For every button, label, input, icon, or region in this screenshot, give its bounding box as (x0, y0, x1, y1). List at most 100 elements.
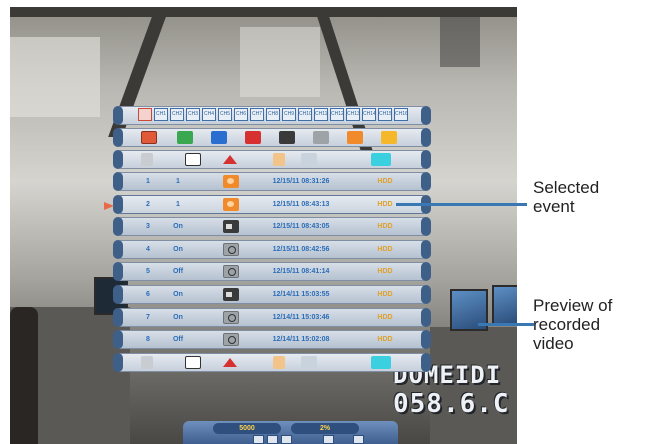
row-cap-left (113, 150, 123, 169)
channel-tab[interactable]: CH1 (154, 108, 168, 121)
row-cap-left (113, 194, 123, 214)
bottom-toolbar-row (113, 353, 431, 372)
manual-record-icon[interactable] (279, 131, 295, 144)
event-index: 3 (146, 223, 150, 231)
document-icon[interactable] (141, 356, 153, 369)
all-events-icon[interactable] (141, 131, 157, 144)
event-search-panel: CH1 CH2 CH3 CH4 CH5 CH6 CH7 CH8 CH9 CH10 CH11 CH12 C… (113, 106, 431, 372)
row-cap-left (113, 239, 123, 259)
forward-button[interactable] (281, 435, 292, 444)
callout-line-1: Preview of (533, 296, 613, 315)
motion-icon[interactable] (347, 131, 363, 144)
pointer-up-icon[interactable] (221, 153, 241, 166)
row-cap-left (113, 330, 123, 350)
selected-event-callout: Selected event (533, 178, 599, 216)
channel-tab[interactable]: CH5 (218, 108, 232, 121)
preview-callout: Preview of recorded video (533, 296, 612, 353)
row-cap-left (113, 172, 123, 191)
row-cap-left (113, 217, 123, 237)
event-channel: On (173, 223, 183, 231)
event-row[interactable]: 2 1 12/15/11 08:43:13 HDD (113, 194, 431, 214)
top-toolbar-row (113, 150, 431, 169)
event-channel: On (173, 313, 183, 321)
event-device: HDD (377, 336, 393, 344)
row-cap-left (113, 106, 123, 125)
event-row[interactable]: 3 On 12/15/11 08:43:05 HDD (113, 217, 431, 237)
event-time: 12/14/11 15:02:08 (272, 336, 330, 344)
event-time: 12/15/11 08:42:56 (272, 245, 330, 253)
clock-icon[interactable] (301, 153, 317, 166)
pointer-up-icon[interactable] (221, 356, 241, 369)
timer-icon[interactable] (313, 131, 329, 144)
channel-tab[interactable]: CH9 (282, 108, 296, 121)
channel-tab[interactable]: CH11 (314, 108, 328, 121)
sensor-icon[interactable] (177, 131, 193, 144)
channel-tab-row: CH1 CH2 CH3 CH4 CH5 CH6 CH7 CH8 CH9 CH10 CH11 CH12 C… (113, 106, 431, 125)
event-row[interactable]: 8 Off 12/14/11 15:02:08 HDD (113, 330, 431, 350)
channel-tab[interactable]: CH6 (234, 108, 248, 121)
document-icon[interactable] (141, 153, 153, 166)
channel-tab[interactable]: CH4 (202, 108, 216, 121)
row-cap-left (113, 262, 123, 282)
progress-value: 2% (291, 423, 359, 434)
event-index: 5 (146, 268, 150, 276)
hdd-icon[interactable] (371, 153, 391, 166)
channel-tab[interactable]: CH13 (346, 108, 360, 121)
play-button[interactable] (267, 435, 278, 444)
callout-line-2: event (533, 197, 575, 216)
page-icon[interactable] (273, 153, 285, 166)
manual-icon (223, 288, 239, 301)
camera-switch-icon[interactable] (185, 153, 201, 166)
selected-row-pointer-icon (104, 202, 114, 210)
event-row[interactable]: 4 On 12/15/11 08:42:56 HDD (113, 239, 431, 259)
row-cap-right (421, 307, 431, 327)
event-time: 12/15/11 08:31:26 (272, 178, 330, 185)
event-device: HDD (377, 200, 393, 208)
channel-tab[interactable]: CH10 (298, 108, 312, 121)
event-index: 1 (146, 178, 150, 185)
timer-icon (223, 265, 239, 279)
channel-tab[interactable]: CH14 (362, 108, 376, 121)
rewind-button[interactable] (253, 435, 264, 444)
row-cap-right (421, 353, 431, 372)
event-row[interactable]: 7 On 12/14/11 15:03:46 HDD (113, 307, 431, 327)
channel-grid-icon[interactable] (138, 108, 152, 121)
event-channel: On (173, 291, 183, 298)
channel-tab[interactable]: CH8 (266, 108, 280, 121)
channel-tab[interactable]: CH2 (170, 108, 184, 121)
event-time: 12/14/11 15:03:46 (272, 313, 330, 321)
timer-icon (223, 242, 239, 256)
channel-tab[interactable]: CH12 (330, 108, 344, 121)
event-row[interactable]: 1 1 12/15/11 08:31:26 HDD (113, 172, 431, 191)
system-event-icon[interactable] (381, 131, 397, 144)
camera-switch-icon[interactable] (185, 356, 201, 369)
channel-tab[interactable]: CH7 (250, 108, 264, 121)
row-cap-left (113, 353, 123, 372)
row-cap-left (113, 128, 123, 147)
event-row[interactable]: 6 On 12/14/11 15:03:55 HDD (113, 285, 431, 304)
settings-button[interactable] (353, 435, 364, 444)
event-device: HDD (377, 291, 393, 298)
channel-tab[interactable]: CH16 (394, 108, 408, 121)
row-cap-right (421, 285, 431, 304)
callout-line-2: recorded (533, 315, 601, 334)
channel-tab[interactable]: CH3 (186, 108, 200, 121)
search-button[interactable] (323, 435, 334, 444)
event-time: 12/14/11 15:03:55 (272, 291, 330, 298)
alarm-icon[interactable] (245, 131, 261, 144)
event-row[interactable]: 5 Off 12/15/11 08:41:14 HDD (113, 262, 431, 282)
page-icon[interactable] (273, 356, 285, 369)
event-device: HDD (377, 313, 393, 321)
row-cap-left (113, 285, 123, 304)
callout-line-1: Selected (533, 178, 600, 197)
event-device: HDD (377, 245, 393, 253)
event-time: 12/15/11 08:41:14 (272, 268, 330, 276)
hdd-icon[interactable] (371, 356, 391, 369)
video-loss-icon[interactable] (211, 131, 227, 144)
preview-callout-line (478, 323, 534, 326)
event-device: HDD (377, 223, 393, 231)
clock-icon[interactable] (301, 356, 317, 369)
osd-camera-value: 058.6.C (393, 389, 510, 419)
channel-tab[interactable]: CH15 (378, 108, 392, 121)
row-cap-right (421, 106, 431, 125)
